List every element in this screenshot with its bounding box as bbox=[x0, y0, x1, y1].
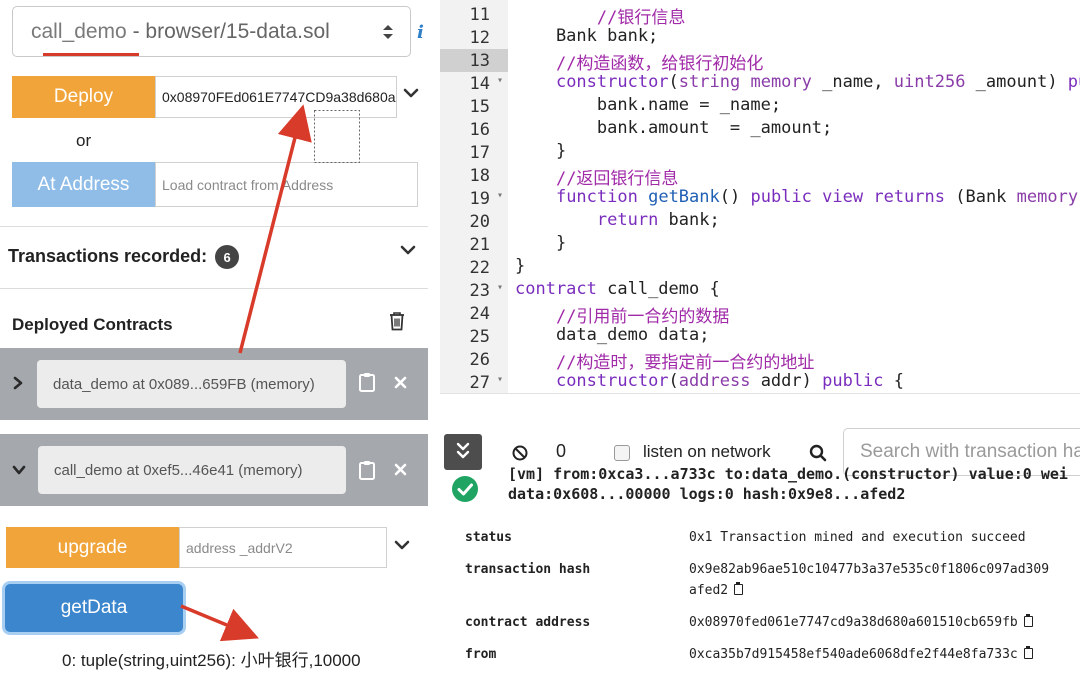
at-address-input[interactable]: Load contract from Address bbox=[155, 162, 418, 207]
search-icon bbox=[809, 444, 827, 462]
copy-icon[interactable] bbox=[1023, 614, 1033, 627]
code-line[interactable]: } bbox=[515, 141, 566, 164]
code-line[interactable]: //构造时，要指定前一合约的地址 bbox=[515, 348, 814, 373]
line-number: 13 bbox=[440, 49, 508, 72]
clipboard-icon[interactable] bbox=[358, 459, 376, 481]
trash-icon[interactable] bbox=[388, 311, 406, 331]
chevron-down-icon[interactable] bbox=[403, 88, 419, 98]
transactions-recorded-header[interactable]: Transactions recorded: 6 bbox=[8, 245, 240, 269]
code-line[interactable]: } bbox=[515, 233, 566, 256]
tx-hash-value: 0x9e82ab96ae510c10477b3a37e535c0f1806c09… bbox=[689, 562, 1050, 577]
line-gutter: 11 12 13 14 ▾ 15 16 17 18 19 ▾ 20 21 22 23 ▾ 24 25 26 27 ▾ bbox=[440, 0, 508, 393]
log-summary-line2: data:0x608...00000 logs:0 hash:0x9e8...a… bbox=[508, 485, 906, 503]
line-number: 14 ▾ bbox=[469, 74, 503, 94]
annotation-underline bbox=[43, 53, 139, 56]
line-number: 17 bbox=[469, 143, 490, 163]
divider bbox=[0, 226, 428, 227]
getdata-button[interactable]: getData bbox=[5, 584, 183, 632]
transactions-label: Transactions recorded: bbox=[8, 245, 208, 266]
chevron-down-icon[interactable] bbox=[12, 465, 26, 475]
line-number: 11 bbox=[469, 5, 490, 25]
code-line[interactable]: bank.name = _name; bbox=[515, 95, 781, 118]
or-label: or bbox=[76, 131, 92, 150]
code-line[interactable]: function getBank() public view returns (… bbox=[515, 187, 1080, 210]
fold-toggle-icon[interactable]: ▾ bbox=[497, 75, 503, 86]
tx-hash-value-cont: afed2 bbox=[689, 582, 744, 598]
contract-selector[interactable]: call_demo - browser/15-data.sol bbox=[12, 6, 411, 57]
deployed-contracts-title: Deployed Contracts bbox=[12, 315, 173, 334]
pending-transactions-count: 0 bbox=[556, 441, 567, 461]
listen-on-network-label: listen on network bbox=[643, 442, 771, 461]
line-number: 16 bbox=[469, 120, 490, 140]
fold-toggle-icon[interactable]: ▾ bbox=[497, 190, 503, 201]
log-summary-line1: [vm] from:0xca3...a733c to:data_demo.(co… bbox=[508, 466, 1068, 483]
code-line[interactable]: contract call_demo { bbox=[515, 279, 720, 302]
code-line[interactable]: Bank bank; bbox=[515, 26, 658, 49]
toggle-terminal-button[interactable] bbox=[444, 434, 482, 470]
clear-console-icon[interactable] bbox=[511, 444, 529, 462]
line-number: 20 bbox=[469, 212, 490, 232]
terminal-panel: 0 listen on network Search with transact… bbox=[440, 393, 1080, 677]
code-line[interactable]: constructor(string memory _name, uint256… bbox=[515, 72, 1080, 95]
code-line[interactable]: data_demo data; bbox=[515, 325, 710, 348]
line-number: 19 ▾ bbox=[469, 189, 503, 209]
fold-toggle-icon[interactable]: ▾ bbox=[497, 374, 503, 385]
close-icon[interactable] bbox=[394, 376, 407, 389]
select-updown-icon bbox=[383, 25, 393, 39]
double-chevron-down-icon bbox=[456, 442, 470, 459]
upgrade-param-input[interactable]: address _addrV2 bbox=[179, 527, 387, 568]
transaction-log-entry[interactable]: [vm] from:0xca3...a733c to:data_demo.(co… bbox=[440, 466, 1080, 677]
from-value: 0xca35b7d915458ef540ade6068dfe2f44e8fa73… bbox=[689, 646, 1033, 662]
contract-address-key: contract address bbox=[465, 615, 591, 630]
listen-on-network-checkbox[interactable] bbox=[614, 445, 630, 461]
divider bbox=[0, 288, 428, 289]
code-line[interactable]: //返回银行信息 bbox=[515, 164, 678, 189]
line-number: 18 bbox=[469, 166, 490, 186]
chevron-right-icon[interactable] bbox=[13, 376, 23, 390]
close-icon[interactable] bbox=[394, 463, 407, 476]
tx-status-value: 0x1 Transaction mined and execution succ… bbox=[689, 530, 1026, 545]
run-panel: call_demo - browser/15-data.sol i Deploy… bbox=[0, 0, 440, 677]
code-line[interactable]: //构造函数，给银行初始化 bbox=[515, 49, 763, 74]
chevron-down-icon[interactable] bbox=[394, 540, 410, 550]
line-number: 21 bbox=[469, 235, 490, 255]
line-number: 23 ▾ bbox=[469, 281, 503, 301]
line-number: 15 bbox=[469, 97, 490, 117]
instance-title[interactable]: call_demo at 0xef5...46e41 (memory) bbox=[38, 446, 346, 494]
code-line[interactable]: bank.amount = _amount; bbox=[515, 118, 832, 141]
line-number: 12 bbox=[469, 28, 490, 48]
tx-status-key: status bbox=[465, 530, 512, 545]
at-address-button[interactable]: At Address bbox=[12, 162, 155, 207]
tx-hash-key: transaction hash bbox=[465, 562, 591, 577]
code-line[interactable]: constructor(address addr) public { bbox=[515, 371, 904, 393]
code-line[interactable]: //引用前一合约的数据 bbox=[515, 302, 729, 327]
deploy-args-input[interactable]: 0x08970FEd061E7747CD9a38d680a601510cb659… bbox=[155, 76, 397, 118]
line-number: 26 bbox=[469, 350, 490, 370]
deploy-button[interactable]: Deploy bbox=[12, 76, 155, 118]
instance-title[interactable]: data_demo at 0x089...659FB (memory) bbox=[37, 360, 346, 408]
line-number: 27 ▾ bbox=[469, 373, 503, 393]
call-result: 0: tuple(string,uint256): 小叶银行,10000 bbox=[62, 651, 361, 670]
chevron-down-icon[interactable] bbox=[400, 245, 416, 255]
code-editor[interactable]: 11 12 13 14 ▾ 15 16 17 18 19 ▾ 20 21 22 23 ▾ 24 25 26 27 ▾ /… bbox=[440, 0, 1080, 393]
contract-address-value: 0x08970fed061e7747cd9a38d680a601510cb659… bbox=[689, 614, 1033, 630]
contract-selector-text: call_demo - browser/15-data.sol bbox=[31, 20, 330, 43]
success-check-icon bbox=[452, 476, 478, 502]
info-icon[interactable]: i bbox=[417, 22, 424, 43]
line-number: 25 bbox=[469, 327, 490, 347]
line-number: 24 bbox=[469, 304, 490, 324]
copy-icon[interactable] bbox=[1023, 646, 1033, 659]
upgrade-button[interactable]: upgrade bbox=[6, 527, 179, 568]
transactions-count-badge: 6 bbox=[215, 245, 240, 269]
line-number: 22 bbox=[469, 258, 490, 278]
copy-icon[interactable] bbox=[734, 582, 744, 595]
code-line[interactable]: return bank; bbox=[515, 210, 720, 233]
clipboard-icon[interactable] bbox=[358, 371, 376, 393]
code-line[interactable]: //银行信息 bbox=[515, 3, 685, 28]
code-line[interactable]: } bbox=[515, 256, 525, 279]
fold-toggle-icon[interactable]: ▾ bbox=[497, 282, 503, 293]
from-key: from bbox=[465, 647, 497, 662]
